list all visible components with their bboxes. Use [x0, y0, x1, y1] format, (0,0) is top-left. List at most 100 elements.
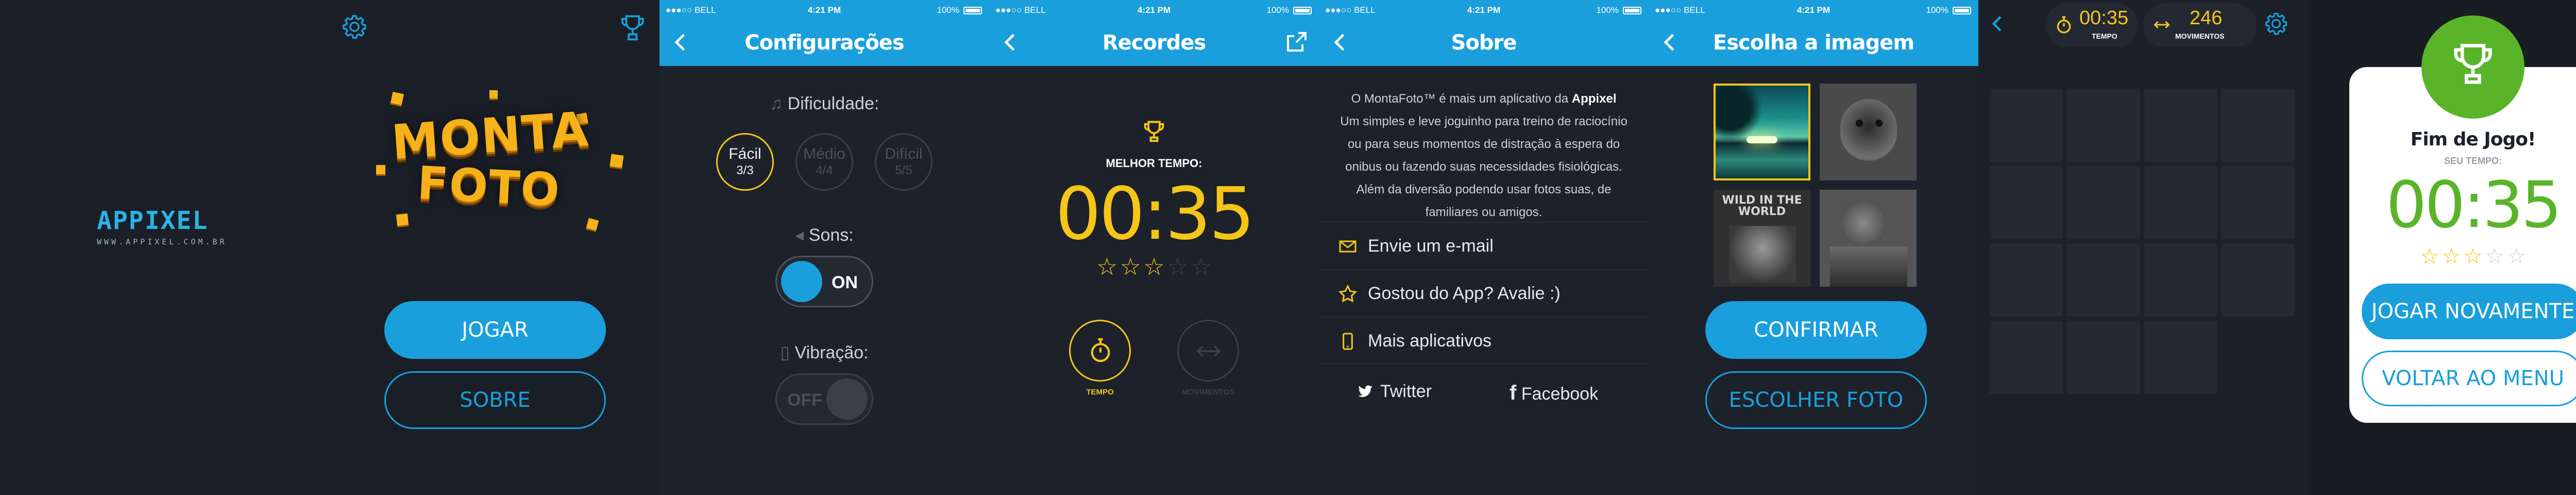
puzzle-tile[interactable] [2143, 242, 2218, 318]
battery-percent: 100% [1266, 5, 1289, 15]
battery-percent: 100% [937, 5, 959, 15]
photo-thumb-landscape[interactable] [1714, 84, 1810, 180]
puzzle-tile[interactable] [1989, 88, 2064, 163]
twitter-label: Twitter [1380, 382, 1432, 401]
vibration-toggle[interactable]: OFF [775, 373, 873, 425]
puzzle-tile[interactable] [1989, 242, 2064, 318]
difficulty-name: Difícil [885, 145, 923, 162]
star-empty-icon: ☆ [2485, 244, 2504, 268]
twitter-link[interactable]: Twitter [1355, 382, 1432, 402]
puzzle-tile[interactable] [1989, 320, 2064, 395]
difficulty-easy[interactable]: Fácil 3/3 [716, 133, 774, 191]
photo-thumb-poster[interactable]: WILD IN THE WORLD [1714, 190, 1810, 287]
puzzle-tile[interactable] [2221, 88, 2296, 163]
puzzle-tile[interactable] [2221, 242, 2296, 318]
about-button[interactable]: SOBRE [384, 371, 606, 429]
navbar: Configurações [659, 21, 989, 66]
back-to-menu-button[interactable]: VOLTAR AO MENU [2362, 351, 2576, 406]
puzzle-tile[interactable] [2143, 165, 2218, 240]
back-chevron-icon[interactable] [1988, 11, 2008, 36]
brand-site: WWW.APPIXEL.COM.BR [97, 237, 227, 246]
email-label: Envie um e-mail [1368, 236, 1494, 256]
toggle-knob [826, 378, 868, 420]
rate-label: Gostou do App? Avalie :) [1368, 284, 1561, 303]
settings-gear-icon[interactable] [340, 12, 369, 41]
confirm-label: CONFIRMAR [1754, 318, 1878, 342]
tab-time-label: TEMPO [1086, 388, 1114, 397]
confirm-button[interactable]: CONFIRMAR [1705, 301, 1927, 359]
difficulty-name: Médio [803, 145, 845, 162]
battery-percent: 100% [1596, 5, 1619, 15]
battery-indicator: 100% [1267, 5, 1312, 15]
poster-text: WILD IN THE WORLD [1722, 194, 1802, 218]
game-over-screen: Fim de Jogo! SEU TEMPO: 00:35 ☆ ☆ ☆ ☆ ☆ … [2308, 0, 2576, 495]
facebook-link[interactable]: f Facebook [1510, 382, 1598, 405]
email-row[interactable]: Envie um e-mail [1319, 222, 1649, 269]
battery-indicator: 100% [937, 5, 982, 15]
game-over-card: Fim de Jogo! SEU TEMPO: 00:35 ☆ ☆ ☆ ☆ ☆ … [2349, 15, 2576, 423]
about-text: O MontaFoto™ é mais um aplicativo da App… [1340, 88, 1628, 224]
facebook-f-icon: f [1510, 382, 1517, 404]
puzzle-tile[interactable] [2143, 320, 2218, 395]
sound-row: ◂ Sons: [659, 225, 989, 245]
star-rating: ☆ ☆ ☆ ☆ ☆ [989, 255, 1319, 278]
sound-label: Sons: [808, 225, 854, 245]
difficulty-row: ♫ Dificuldade: [659, 94, 989, 114]
star-empty-icon: ☆ [1190, 253, 1212, 280]
difficulty-label: Dificuldade: [787, 94, 879, 113]
star-half-icon: ☆ [2463, 244, 2483, 268]
moves-value: 246 [2190, 7, 2223, 29]
vibration-label: Vibração: [794, 343, 869, 362]
difficulty-count: 5/5 [895, 163, 912, 177]
photo-thumb-dog[interactable] [1820, 84, 1917, 180]
tab-time[interactable] [1069, 320, 1131, 382]
settings-gear-icon[interactable] [2263, 10, 2290, 37]
rate-row[interactable]: Gostou do App? Avalie :) [1319, 269, 1649, 317]
choose-photo-button[interactable]: ESCOLHER FOTO [1705, 371, 1927, 429]
status-bar: ●●●○○ BELL 4:21 PM 100% [1649, 0, 1978, 21]
time-label: TEMPO [2092, 32, 2117, 40]
star-half-icon: ☆ [1143, 253, 1165, 280]
phone-icon: ▯ [780, 343, 795, 362]
moves-counter: 246 MOVIMENTOS [2143, 3, 2257, 47]
puzzle-tile[interactable] [2143, 88, 2218, 163]
puzzle-tile[interactable] [2066, 165, 2141, 240]
difficulty-medium[interactable]: Médio 4/4 [795, 133, 853, 191]
puzzle-tile[interactable] [2066, 242, 2141, 318]
puzzle-tile[interactable] [2221, 165, 2296, 240]
star-filled-icon: ☆ [1120, 253, 1141, 280]
tab-moves[interactable] [1177, 320, 1239, 382]
toggle-knob [781, 261, 822, 302]
trophy-icon[interactable] [617, 12, 648, 43]
play-again-label: JOGAR NOVAMENTE [2371, 300, 2575, 323]
brand-name: APPIXEL [97, 206, 209, 235]
sound-toggle[interactable]: ON [775, 256, 873, 307]
play-button[interactable]: JOGAR [384, 301, 606, 359]
montafoto-logo: MONTA FOTO [361, 77, 639, 248]
puzzle-board [1989, 88, 2298, 397]
trophy-icon [2454, 44, 2492, 84]
star-empty-icon: ☆ [1167, 253, 1189, 280]
difficulty-hard[interactable]: Difícil 5/5 [875, 133, 933, 191]
puzzle-tile[interactable] [2066, 88, 2141, 163]
share-icon[interactable] [1284, 30, 1309, 55]
star-rating: ☆ ☆ ☆ ☆ ☆ [2349, 244, 2576, 268]
battery-icon [1623, 6, 1641, 14]
logo-line2: FOTO [416, 156, 562, 217]
envelope-icon [1339, 240, 1357, 253]
puzzle-tile[interactable] [1989, 165, 2064, 240]
status-bar: ●●●○○ BELL 4:21 PM 100% [989, 0, 1319, 21]
puzzle-tile[interactable] [2066, 320, 2141, 395]
battery-icon [963, 6, 982, 14]
play-button-label: JOGAR [462, 318, 529, 342]
page-title: Sobre [1451, 31, 1517, 55]
stopwatch-icon [2057, 16, 2071, 34]
arrows-horizontal-icon [2154, 21, 2170, 29]
about-screen: ●●●○○ BELL 4:21 PM 100% Sobre O MontaFot… [1319, 0, 1649, 495]
navbar: Escolha a imagem [1649, 21, 1978, 66]
more-apps-row[interactable]: Mais aplicativos [1319, 317, 1649, 364]
time-counter: 00:35 TEMPO [2045, 3, 2138, 47]
play-again-button[interactable]: JOGAR NOVAMENTE [2362, 284, 2576, 339]
photo-thumb-person[interactable] [1820, 190, 1917, 287]
navbar: Recordes [989, 21, 1319, 66]
